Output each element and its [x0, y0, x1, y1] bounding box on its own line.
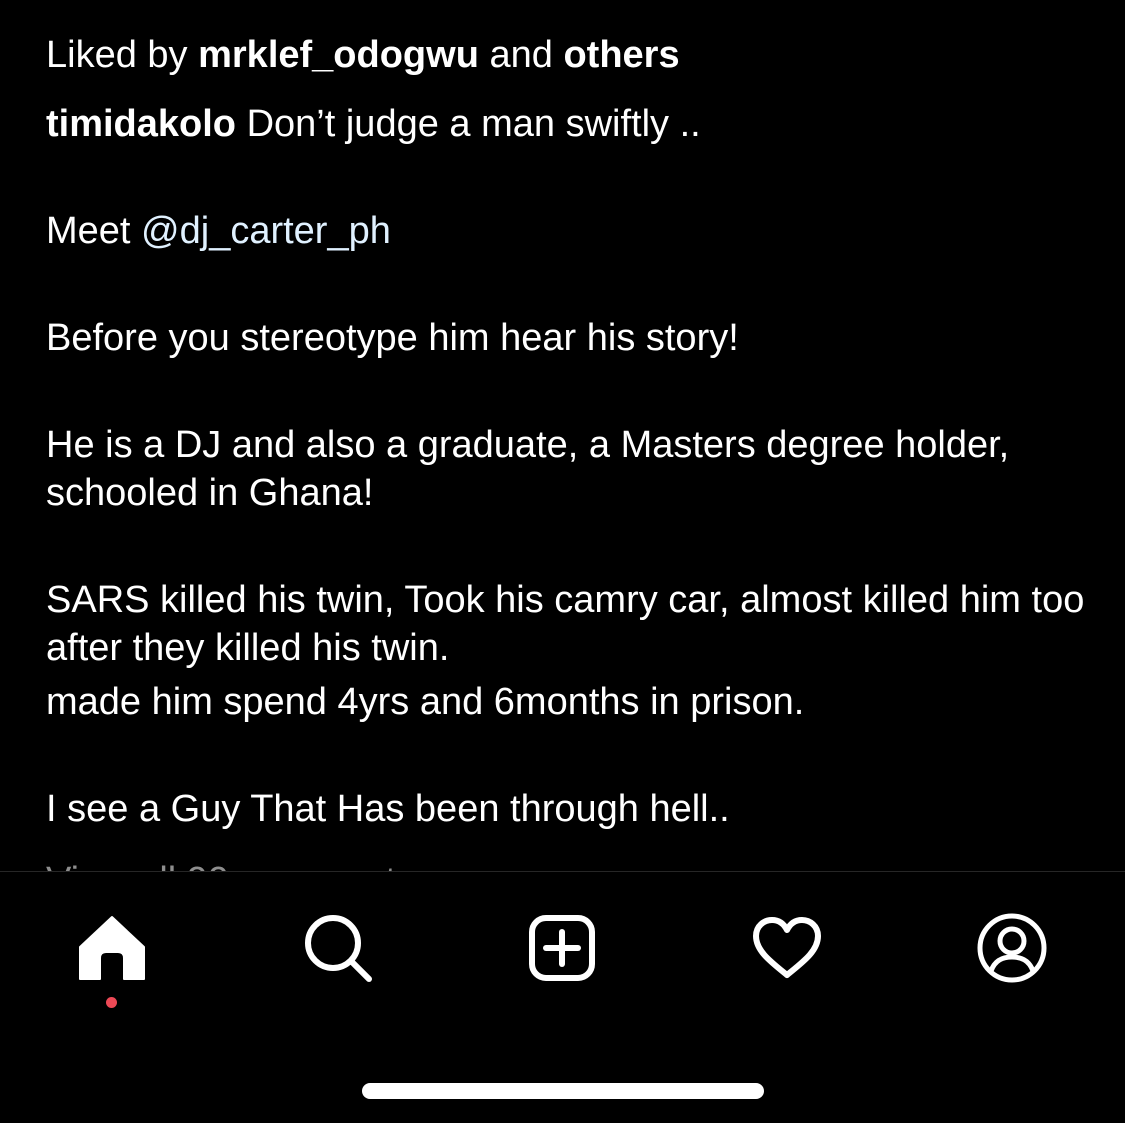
- profile-icon: [977, 913, 1047, 983]
- caption-paragraph-stereotype: Before you stereotype him hear his story…: [46, 317, 739, 359]
- likes-prefix: Liked by: [46, 34, 188, 76]
- caption-first-line: timidakolo Don’t judge a man swiftly ..: [46, 100, 1096, 148]
- search-icon: [305, 915, 372, 982]
- notification-dot: [106, 997, 117, 1008]
- home-icon: [79, 916, 145, 980]
- mention-link[interactable]: @dj_carter_ph: [141, 210, 391, 252]
- post-caption: timidakolo Don’t judge a man swiftly .. …: [46, 100, 1096, 833]
- likes-others-link[interactable]: others: [563, 34, 679, 76]
- caption-meet-prefix: Meet: [46, 210, 131, 252]
- tab-home[interactable]: [74, 910, 150, 986]
- likes-conjunction: and: [489, 34, 553, 76]
- tab-activity[interactable]: [749, 910, 825, 986]
- caption-paragraph-hell: I see a Guy That Has been through hell..: [46, 788, 730, 830]
- tab-create[interactable]: [524, 910, 600, 986]
- caption-first-text: Don’t judge a man swiftly ..: [246, 103, 701, 145]
- bottom-tab-bar: [0, 871, 1125, 1123]
- likes-line: Liked by mrklef_odogwu and others: [46, 32, 680, 78]
- tab-search[interactable]: [300, 910, 376, 986]
- caption-paragraph-sars: SARS killed his twin, Took his camry car…: [46, 579, 1085, 669]
- heart-icon: [753, 917, 821, 978]
- home-indicator[interactable]: [362, 1083, 764, 1099]
- liker-username[interactable]: mrklef_odogwu: [198, 34, 479, 76]
- plus-square-icon: [529, 915, 595, 981]
- caption-meet-line: Meet @dj_carter_ph: [46, 207, 1096, 255]
- caption-paragraph-graduate: He is a DJ and also a graduate, a Master…: [46, 424, 1010, 514]
- caption-username[interactable]: timidakolo: [46, 103, 236, 145]
- caption-paragraph-prison: made him spend 4yrs and 6months in priso…: [46, 681, 805, 723]
- tab-profile[interactable]: [974, 910, 1050, 986]
